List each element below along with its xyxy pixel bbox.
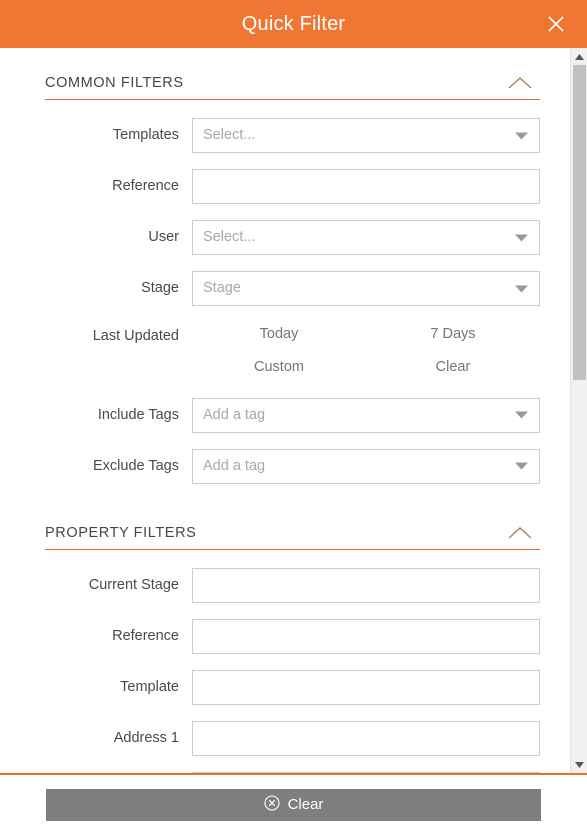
chevron-up-icon[interactable] xyxy=(500,522,540,544)
section-header-property[interactable]: PROPERTY FILTERS xyxy=(45,484,540,550)
chevron-down-icon xyxy=(515,131,528,140)
field-row-reference-common: Reference xyxy=(0,169,570,204)
quick-filter-dialog: Quick Filter COMMON FILTERS Templates Se… xyxy=(0,0,587,834)
control-templates: Select... xyxy=(192,118,540,153)
templates-select-value: Select... xyxy=(203,127,256,144)
exclude-tags-value: Add a tag xyxy=(203,458,266,475)
label-last-updated: Last Updated xyxy=(92,328,179,344)
dialog-footer: Clear xyxy=(0,775,587,834)
section-title-property: PROPERTY FILTERS xyxy=(45,524,197,541)
label-include-tags: Include Tags xyxy=(97,406,179,423)
field-row-exclude-tags: Exclude Tags Add a tag xyxy=(0,448,570,484)
label-current-stage: Current Stage xyxy=(88,576,179,593)
control-exclude-tags: Add a tag xyxy=(192,448,540,484)
field-row-include-tags: Include Tags Add a tag xyxy=(0,397,570,433)
chevron-down-icon xyxy=(515,462,528,471)
field-row-stage: Stage Stage xyxy=(0,271,570,306)
label-reference-common: Reference xyxy=(112,177,179,194)
control-include-tags: Add a tag xyxy=(192,397,540,433)
last-updated-clear-button[interactable]: Clear xyxy=(366,359,540,376)
chevron-down-icon xyxy=(515,233,528,242)
dialog-title: Quick Filter xyxy=(241,13,346,35)
last-updated-custom-button[interactable]: Custom xyxy=(192,359,366,376)
reference-property-input[interactable] xyxy=(192,618,540,654)
include-tags-select[interactable]: Add a tag xyxy=(192,397,540,433)
stage-select-value: Stage xyxy=(203,280,241,297)
stage-select[interactable]: Stage xyxy=(192,271,540,306)
address1-input[interactable] xyxy=(192,720,540,756)
field-row-user: User Select... xyxy=(0,220,570,255)
control-address1 xyxy=(192,720,540,756)
field-row-template: Template xyxy=(0,669,570,705)
chevron-down-icon xyxy=(515,284,528,293)
label-stage: Stage xyxy=(141,279,179,296)
user-select-value: Select... xyxy=(203,229,256,246)
chevron-up-icon[interactable] xyxy=(500,72,540,94)
last-updated-7days-button[interactable]: 7 Days xyxy=(366,326,540,343)
section-title-common: COMMON FILTERS xyxy=(45,75,184,92)
vertical-scrollbar[interactable] xyxy=(570,48,587,773)
triangle-down-icon[interactable] xyxy=(571,756,587,773)
user-select[interactable]: Select... xyxy=(192,220,540,255)
scrollbar-thumb[interactable] xyxy=(573,65,586,380)
field-row-reference-property: Reference xyxy=(0,618,570,654)
label-address1: Address 1 xyxy=(113,729,179,746)
template-input[interactable] xyxy=(192,669,540,705)
label-user: User xyxy=(148,228,179,245)
label-templates: Templates xyxy=(112,126,179,143)
clear-button-label: Clear xyxy=(287,796,324,813)
field-row-last-updated: Last Updated Today 7 Days Custom Clear xyxy=(0,326,570,377)
exclude-tags-select[interactable]: Add a tag xyxy=(192,448,540,484)
current-stage-input[interactable] xyxy=(192,567,540,603)
triangle-up-icon[interactable] xyxy=(571,48,587,65)
control-stage: Stage xyxy=(192,271,540,306)
control-user: Select... xyxy=(192,220,540,255)
control-current-stage xyxy=(192,567,540,603)
last-updated-today-button[interactable]: Today xyxy=(192,326,366,343)
control-reference-common xyxy=(192,169,540,204)
label-reference-property: Reference xyxy=(112,627,179,644)
circle-x-icon xyxy=(264,794,280,815)
filter-content: COMMON FILTERS Templates Select... Refer… xyxy=(0,48,570,773)
field-row-current-stage: Current Stage xyxy=(0,567,570,603)
label-exclude-tags: Exclude Tags xyxy=(93,457,179,474)
close-icon[interactable] xyxy=(539,7,573,41)
field-row-templates: Templates Select... xyxy=(0,118,570,153)
filter-scroll-area: COMMON FILTERS Templates Select... Refer… xyxy=(0,48,570,773)
control-reference-property xyxy=(192,618,540,654)
templates-select[interactable]: Select... xyxy=(192,118,540,153)
include-tags-value: Add a tag xyxy=(203,407,266,424)
section-header-common[interactable]: COMMON FILTERS xyxy=(45,48,540,100)
field-row-address1: Address 1 xyxy=(0,720,570,756)
dialog-titlebar: Quick Filter xyxy=(0,0,587,48)
last-updated-buttons: Today 7 Days Custom Clear xyxy=(192,326,540,377)
control-template xyxy=(192,669,540,705)
clear-button[interactable]: Clear xyxy=(46,788,541,821)
chevron-down-icon xyxy=(515,411,528,420)
label-template: Template xyxy=(120,678,179,695)
reference-common-input[interactable] xyxy=(192,169,540,204)
